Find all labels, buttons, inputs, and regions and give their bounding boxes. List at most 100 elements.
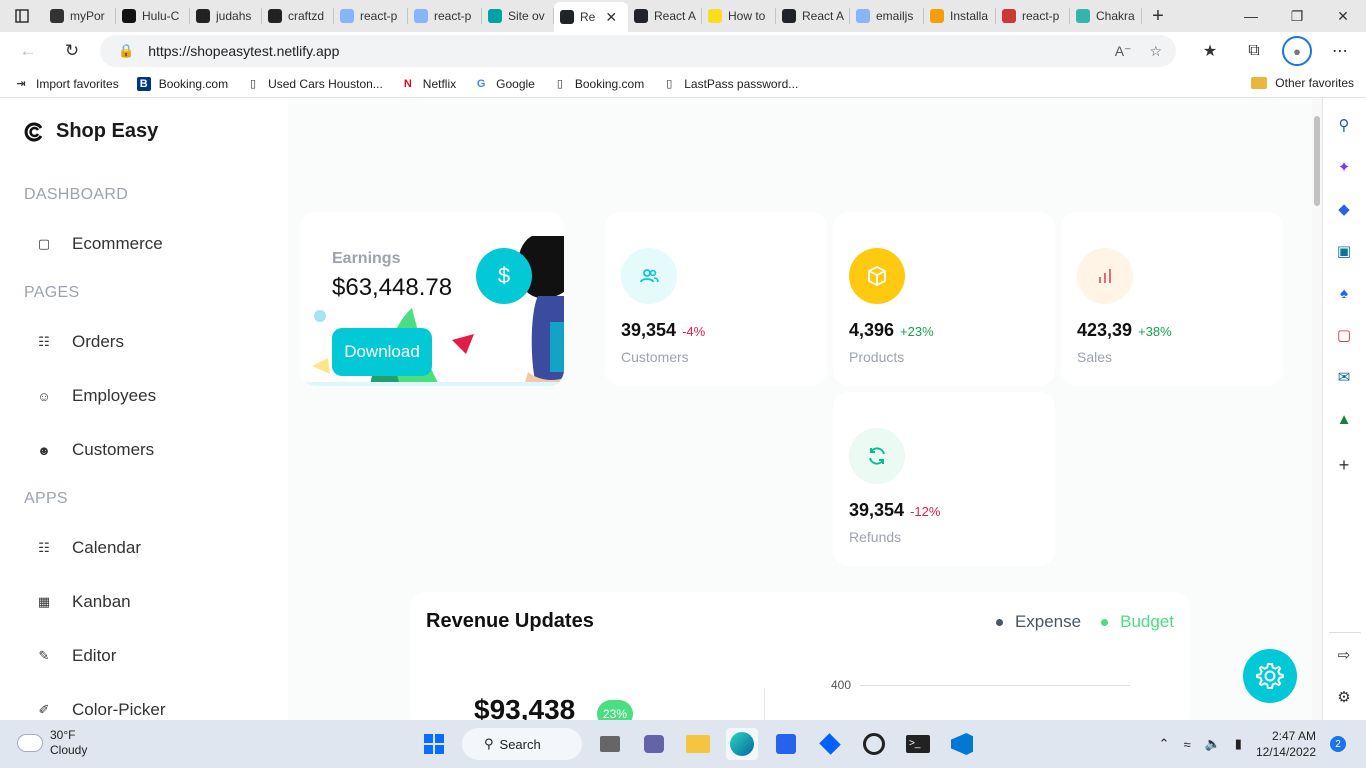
vscode-icon[interactable] bbox=[946, 728, 978, 760]
tab-label: emailjs bbox=[876, 9, 914, 23]
scroll-thumb[interactable] bbox=[1314, 116, 1320, 206]
sidebar-item-employees[interactable]: ☺ Employees bbox=[36, 386, 156, 406]
start-button[interactable] bbox=[418, 728, 450, 760]
browser-tab[interactable]: myPor bbox=[44, 0, 116, 32]
browser-tab[interactable]: react-p bbox=[334, 0, 408, 32]
edit-icon: ✎ bbox=[38, 648, 50, 663]
hide-panel-icon[interactable]: ⇨ bbox=[1333, 644, 1355, 666]
tools-icon[interactable]: ▣ bbox=[1333, 240, 1355, 262]
netflix-icon: N bbox=[403, 77, 412, 90]
browser-tab[interactable]: react-p bbox=[996, 0, 1070, 32]
sidebar-item-color-picker[interactable]: ✐ Color-Picker bbox=[36, 700, 166, 720]
refresh-icon[interactable] bbox=[849, 428, 905, 484]
favorite-item[interactable]: N Netflix bbox=[401, 77, 456, 91]
file-explorer-icon[interactable] bbox=[682, 728, 714, 760]
sidebar-item-ecommerce[interactable]: ▢ Ecommerce bbox=[36, 234, 163, 254]
url-field[interactable]: 🔒 https://shopeasytest.netlify.app A⁻ ☆ bbox=[100, 35, 1176, 67]
browser-tab[interactable]: React A bbox=[628, 0, 702, 32]
favorite-item[interactable]: ▯ LastPass password... bbox=[662, 77, 798, 91]
favorite-item[interactable]: B Booking.com bbox=[136, 76, 228, 91]
favorite-item[interactable]: ▯ Booking.com bbox=[553, 77, 644, 91]
browser-tab[interactable]: Chakra bbox=[1070, 0, 1142, 32]
taskbar-search[interactable]: ⚲ Search bbox=[462, 728, 582, 760]
collections-icon[interactable]: ⧉ bbox=[1238, 35, 1270, 67]
browser-tab[interactable]: craftzd bbox=[262, 0, 334, 32]
settings-more-icon[interactable]: ⋯ bbox=[1324, 35, 1356, 67]
favorites-icon[interactable]: ★ bbox=[1194, 35, 1226, 67]
page-scrollbar[interactable] bbox=[1312, 98, 1322, 720]
sales-value: 423,39 +38% bbox=[1077, 320, 1172, 341]
bar-chart-icon[interactable] bbox=[1077, 248, 1133, 304]
booking-icon: B bbox=[136, 76, 151, 91]
browser-tab[interactable]: Site ov bbox=[482, 0, 554, 32]
favorite-item[interactable]: G Google bbox=[474, 77, 535, 91]
sidebar-item-label: Employees bbox=[72, 386, 157, 405]
browser-tab[interactable]: emailjs bbox=[850, 0, 924, 32]
sidebar-section-title: DASHBOARD bbox=[24, 186, 129, 203]
chevron-up-icon[interactable]: ⌃ bbox=[1159, 736, 1170, 752]
favorite-item[interactable]: ▯ Used Cars Houston... bbox=[246, 77, 383, 91]
wifi-icon[interactable]: ≈ bbox=[1183, 737, 1190, 752]
earnings-title: Earnings bbox=[332, 250, 401, 267]
system-clock[interactable]: 2:47 AM 12/14/2022 bbox=[1256, 728, 1316, 760]
settings-fab[interactable] bbox=[1243, 649, 1297, 703]
other-favorites[interactable]: Other favorites bbox=[1251, 76, 1354, 90]
tree-icon[interactable]: ▲ bbox=[1333, 408, 1355, 430]
battery-icon[interactable]: ▮ bbox=[1235, 736, 1242, 752]
sidebar-item-orders[interactable]: ☷ Orders bbox=[36, 332, 124, 352]
sidebar-item-calendar[interactable]: ☷ Calendar bbox=[36, 538, 141, 558]
browser-tab[interactable]: Installa bbox=[924, 0, 996, 32]
panel-settings-icon[interactable]: ⚙ bbox=[1333, 686, 1355, 708]
task-view-icon[interactable] bbox=[594, 728, 626, 760]
github-desktop-icon[interactable] bbox=[858, 728, 890, 760]
browser-tab[interactable]: Hulu-C bbox=[116, 0, 190, 32]
dropbox-icon[interactable] bbox=[814, 728, 846, 760]
outlook-icon[interactable]: ✉ bbox=[1333, 366, 1355, 388]
restore-button[interactable]: ❐ bbox=[1274, 0, 1320, 32]
browser-tab[interactable]: React A bbox=[776, 0, 850, 32]
favorite-item[interactable]: ⇥ Import favorites bbox=[14, 77, 118, 91]
edge-icon[interactable] bbox=[726, 728, 758, 760]
tab-actions-button[interactable] bbox=[0, 0, 44, 32]
tab-label: React A bbox=[654, 9, 696, 23]
browser-tab[interactable]: How to bbox=[702, 0, 776, 32]
refresh-button[interactable]: ↻ bbox=[56, 35, 88, 67]
products-change: +23% bbox=[900, 324, 934, 339]
customers-icon[interactable] bbox=[621, 248, 677, 304]
download-button[interactable]: Download bbox=[332, 328, 432, 376]
sidebar-item-kanban[interactable]: ▦ Kanban bbox=[36, 592, 131, 612]
search-icon[interactable]: ⚲ bbox=[1333, 114, 1355, 136]
brand-logo[interactable]: Shop Easy bbox=[24, 120, 158, 143]
weather-widget[interactable]: 30°F Cloudy bbox=[18, 728, 87, 758]
back-button[interactable]: ← bbox=[12, 35, 44, 67]
minimize-button[interactable]: — bbox=[1228, 0, 1274, 32]
read-aloud-icon[interactable]: A⁻ bbox=[1115, 43, 1132, 60]
close-window-button[interactable]: ✕ bbox=[1320, 0, 1366, 32]
store-icon[interactable] bbox=[770, 728, 802, 760]
terminal-icon[interactable]: >_ bbox=[902, 728, 934, 760]
browser-tab[interactable]: react-p bbox=[408, 0, 482, 32]
teams-icon[interactable] bbox=[638, 728, 670, 760]
revenue-badge: 23% bbox=[597, 700, 633, 720]
grid-line bbox=[860, 685, 1130, 686]
browser-tab[interactable]: judahs bbox=[190, 0, 262, 32]
notification-badge[interactable]: 2 bbox=[1330, 736, 1346, 752]
tab-favicon-icon bbox=[340, 9, 354, 23]
browser-tab[interactable]: Re ✕ bbox=[554, 2, 628, 32]
games-icon[interactable]: ♠ bbox=[1333, 282, 1355, 304]
sidebar-item-editor[interactable]: ✎ Editor bbox=[36, 646, 117, 666]
box-icon[interactable] bbox=[849, 248, 905, 304]
profile-avatar[interactable]: ● bbox=[1282, 36, 1312, 66]
discover-icon[interactable]: ✦ bbox=[1333, 156, 1355, 178]
sidebar-item-customers[interactable]: ☻ Customers bbox=[36, 440, 154, 460]
new-tab-button[interactable]: + bbox=[1142, 5, 1174, 28]
add-favorite-icon[interactable]: ☆ bbox=[1149, 43, 1162, 60]
office-icon[interactable]: ▢ bbox=[1333, 324, 1355, 346]
tab-favicon-icon bbox=[560, 10, 574, 24]
add-icon[interactable]: + bbox=[1333, 454, 1355, 476]
close-tab-icon[interactable]: ✕ bbox=[605, 9, 617, 26]
shopping-tag-icon[interactable]: ◆ bbox=[1333, 198, 1355, 220]
tab-favicon-icon bbox=[1002, 9, 1016, 23]
dollar-icon[interactable]: $ bbox=[476, 248, 532, 304]
volume-icon[interactable]: 🔈 bbox=[1205, 736, 1221, 752]
